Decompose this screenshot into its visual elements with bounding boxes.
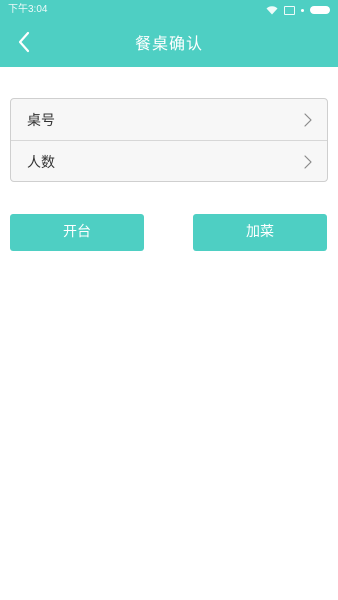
sim-icon (284, 5, 295, 15)
status-time: 下午3:04 (8, 4, 48, 15)
table-form-card: 桌号 人数 (10, 98, 328, 182)
guest-count-label: 人数 (27, 154, 55, 171)
dot-icon (301, 8, 304, 12)
battery-icon (310, 6, 330, 14)
add-dish-button[interactable]: 加菜 (193, 214, 327, 251)
table-number-label: 桌号 (27, 112, 55, 129)
chevron-right-icon (301, 112, 315, 127)
wifi-icon (266, 5, 278, 15)
title-bar: 餐桌确认 (0, 20, 338, 67)
page-title: 餐桌确认 (134, 34, 203, 53)
open-table-button[interactable]: 开台 (10, 214, 144, 251)
status-bar: 下午3:04 (0, 0, 338, 20)
status-icons (266, 0, 330, 20)
chevron-right-icon (301, 154, 315, 169)
guest-count-row[interactable]: 人数 (11, 140, 327, 181)
table-number-row[interactable]: 桌号 (11, 99, 327, 140)
